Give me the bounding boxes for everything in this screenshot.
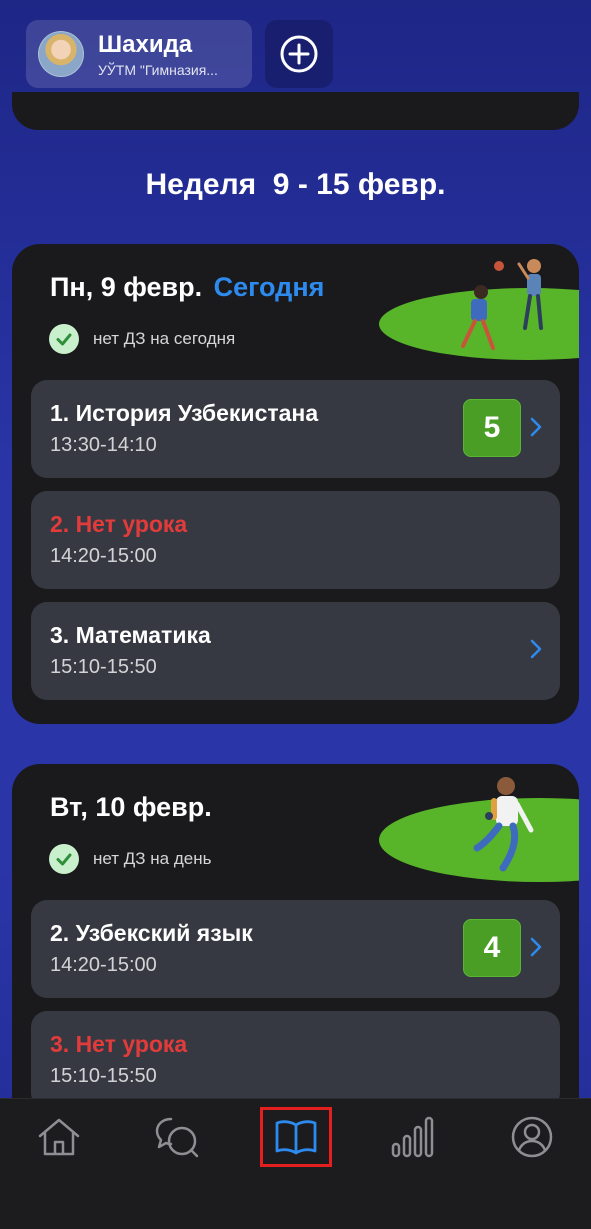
week-title: Неделя 9 - 15 февр. — [145, 168, 446, 201]
lesson-time: 13:30-14:10 — [50, 434, 157, 456]
plus-circle-icon — [280, 35, 318, 73]
chevron-right-icon — [530, 639, 542, 659]
chevron-right-icon — [530, 417, 542, 437]
nav-diary[interactable] — [260, 1107, 332, 1167]
nav-chats[interactable] — [141, 1107, 213, 1167]
day-card: Пн, 9 февр. Сегодня нет ДЗ на сегодня 1.… — [12, 244, 579, 724]
chevron-right-icon — [530, 937, 542, 957]
lesson-row[interactable]: 3. Математика 15:10-15:50 — [31, 602, 560, 700]
bar-chart-icon — [391, 1116, 434, 1158]
lesson-row[interactable]: 1. История Узбекистана 13:30-14:10 5 — [31, 380, 560, 478]
homework-status-text: нет ДЗ на сегодня — [93, 329, 236, 348]
playing-kids-illustration — [379, 259, 579, 360]
lesson-row[interactable]: 2. Узбекский язык 14:20-15:00 4 — [31, 900, 560, 998]
lesson-name: 1. История Узбекистана — [50, 400, 319, 426]
lesson-name: 3. Математика — [50, 622, 211, 648]
day-date: Пн, 9 февр. — [50, 272, 203, 302]
lesson-time: 15:10-15:50 — [50, 656, 157, 678]
day-title: Вт, 10 февр. — [50, 792, 212, 822]
nav-home[interactable] — [23, 1107, 95, 1167]
homework-status: нет ДЗ на день — [49, 844, 211, 874]
profile-name: Шахида — [98, 30, 193, 58]
bottom-navigation — [0, 1098, 591, 1229]
grade-badge: 4 — [463, 919, 521, 977]
nav-profile[interactable] — [496, 1107, 568, 1167]
homework-status: нет ДЗ на сегодня — [49, 324, 235, 354]
today-label: Сегодня — [213, 272, 325, 302]
sitting-student-illustration — [379, 777, 579, 882]
home-icon — [38, 1118, 80, 1156]
day-title: Пн, 9 февр. Сегодня — [50, 272, 324, 303]
nav-grades[interactable] — [377, 1107, 449, 1167]
lesson-time: 14:20-15:00 — [50, 545, 157, 567]
book-icon — [275, 1120, 317, 1155]
homework-status-text: нет ДЗ на день — [93, 849, 212, 868]
lesson-time: 15:10-15:50 — [50, 1065, 157, 1087]
checkmark-icon — [49, 324, 79, 354]
lesson-name: 2. Нет урока — [50, 511, 188, 537]
lesson-name: 2. Узбекский язык — [50, 920, 253, 946]
chat-bubbles-icon — [155, 1117, 199, 1158]
lesson-name: 3. Нет урока — [50, 1031, 188, 1057]
avatar — [38, 31, 84, 77]
lesson-row: 3. Нет урока 15:10-15:50 — [31, 1011, 560, 1109]
previous-card-edge — [12, 92, 579, 130]
user-circle-icon — [511, 1116, 553, 1158]
lesson-time: 14:20-15:00 — [50, 954, 157, 976]
grade-badge: 5 — [463, 399, 521, 457]
profile-school: УЎТМ "Гимназия... — [98, 61, 218, 78]
add-profile-button[interactable] — [265, 20, 333, 88]
lesson-row: 2. Нет урока 14:20-15:00 — [31, 491, 560, 589]
profile-switcher[interactable]: Шахида УЎТМ "Гимназия... — [26, 20, 252, 88]
checkmark-icon — [49, 844, 79, 874]
